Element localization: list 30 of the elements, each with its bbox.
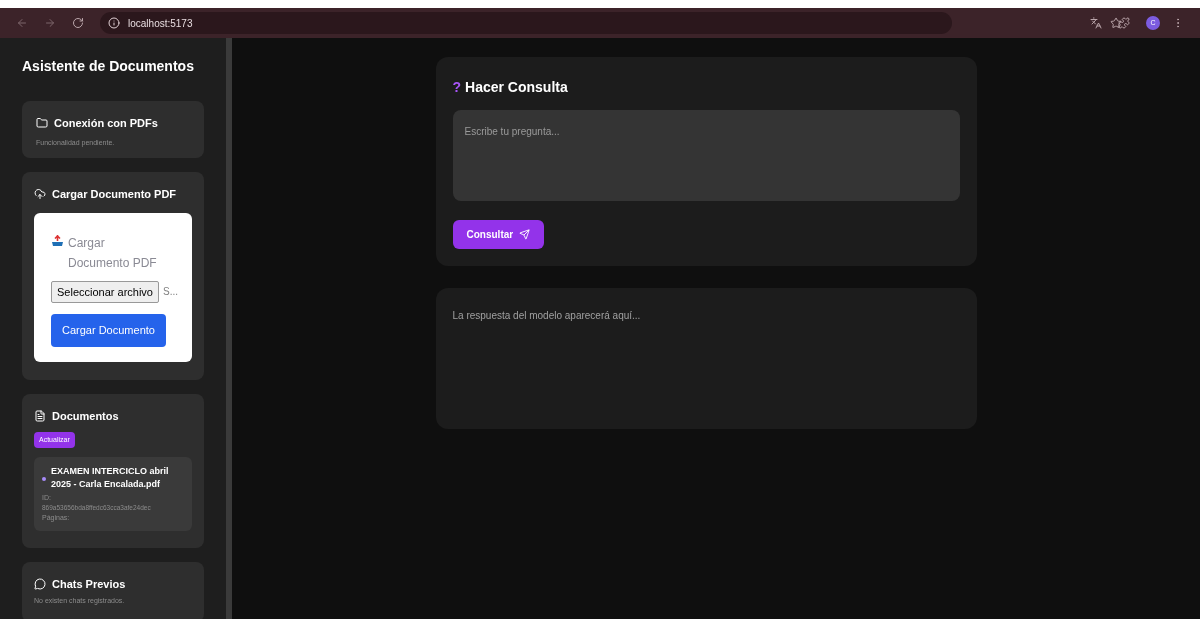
translate-icon[interactable] [1090,17,1102,29]
address-bar[interactable]: localhost:5173 [100,12,952,34]
upload-tray-icon [51,234,64,247]
choose-file-button[interactable]: Seleccionar archivo [51,280,159,303]
reload-icon[interactable] [72,17,84,29]
cloud-upload-icon [34,188,46,201]
card-title: Cargar Documento PDF [52,187,177,202]
site-info-icon[interactable] [108,17,120,29]
answer-field: La respuesta del modelo aparecerá aquí... [435,288,977,429]
question-mark-icon: ? [452,77,462,98]
bookmark-icon[interactable] [1110,17,1122,29]
question-field[interactable]: Escribe tu pregunta... [452,110,960,201]
bullet-icon [42,476,46,481]
url-text: localhost:5173 [128,16,193,31]
sidebar-title: Asistente de Documentos [22,57,195,76]
folder-icon [36,117,48,130]
chat-bubble-icon [34,578,46,591]
document-icon [34,410,46,423]
consult-button[interactable]: Consultar [452,220,545,249]
document-name: EXAMEN INTERCICLO abril 2025 - Carla Encalada.pdf [51,464,170,491]
card-title: Conexión con PDFs [54,116,158,131]
card-title: Documentos [52,409,119,424]
query-title: Hacer Consulta [465,78,568,97]
send-icon [519,229,531,240]
file-status: S... [163,285,178,300]
upload-heading: Cargar Documento PDF [68,234,158,272]
upload-document-button[interactable]: Cargar Documento [51,314,166,347]
extensions-icon[interactable] [1118,17,1130,29]
scrollbar[interactable] [226,38,232,619]
card-title: Chats Previos [52,577,126,592]
